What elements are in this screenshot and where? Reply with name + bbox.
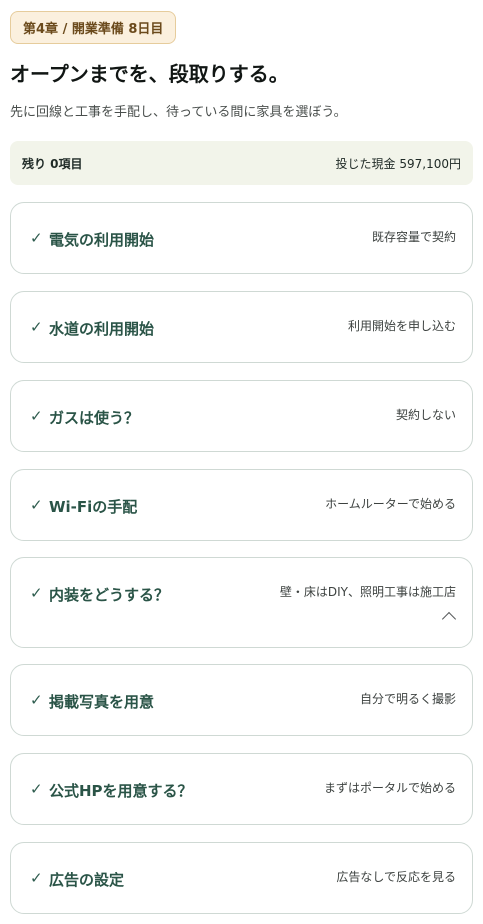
remaining-count: 残り 0項目 [22,156,83,171]
task-title: 掲載写真を用意 [49,693,155,711]
task-card-website[interactable]: ✓ 公式HPを用意する？ まずはポータルで始める [10,753,473,825]
page-title: オープンまでを、段取りする。 [10,62,289,86]
task-status: 契約しない [395,408,456,422]
chapter-badge: 第4章 / 開業準備 8日目 [10,11,177,44]
task-card-electricity[interactable]: ✓ 電気の利用開始 既存容量で契約 [10,202,473,274]
check-icon: ✓ [30,496,43,514]
task-title: 広告の設定 [49,871,125,889]
check-icon: ✓ [30,869,43,887]
task-title: Wi-Fiの手配 [49,498,138,516]
task-status: 利用開始を申し込む [347,319,456,333]
task-card-ads[interactable]: ✓ 広告の設定 広告なしで反応を見る [10,842,473,914]
task-status: まずはポータルで始める [323,781,456,795]
check-icon: ✓ [30,407,43,425]
task-status: 壁・床はDIY、照明工事は施工店 [279,585,456,599]
task-title: 公式HPを用意する？ [49,782,193,800]
task-title: 水道の利用開始 [49,320,155,338]
check-icon: ✓ [30,691,43,709]
check-icon: ✓ [30,584,43,602]
task-title: 電気の利用開始 [49,231,155,249]
task-status: ホームルーターで始める [325,497,456,511]
summary-bar: 残り 0項目 投じた現金 597,100円 [10,141,473,185]
task-card-gas[interactable]: ✓ ガスは使う？ 契約しない [10,380,473,452]
task-card-wifi[interactable]: ✓ Wi-Fiの手配 ホームルーターで始める [10,469,473,541]
task-card-water[interactable]: ✓ 水道の利用開始 利用開始を申し込む [10,291,473,363]
task-status: 広告なしで反応を見る [336,870,456,884]
check-icon: ✓ [30,780,43,798]
page-subtitle: 先に回線と工事を手配し、待っている間に家具を選ぼう。 [10,105,347,120]
chevron-up-icon[interactable] [441,611,457,627]
task-status: 既存容量で契約 [371,230,456,244]
cash-spent: 投じた現金 597,100円 [335,156,461,171]
check-icon: ✓ [30,229,43,247]
task-status: 自分で明るく撮影 [359,692,456,706]
check-icon: ✓ [30,318,43,336]
task-card-photos[interactable]: ✓ 掲載写真を用意 自分で明るく撮影 [10,664,473,736]
task-card-interior[interactable]: ✓ 内装をどうする？ 壁・床はDIY、照明工事は施工店 [10,557,473,648]
task-title: 内装をどうする？ [49,586,170,604]
task-title: ガスは使う？ [49,409,140,427]
